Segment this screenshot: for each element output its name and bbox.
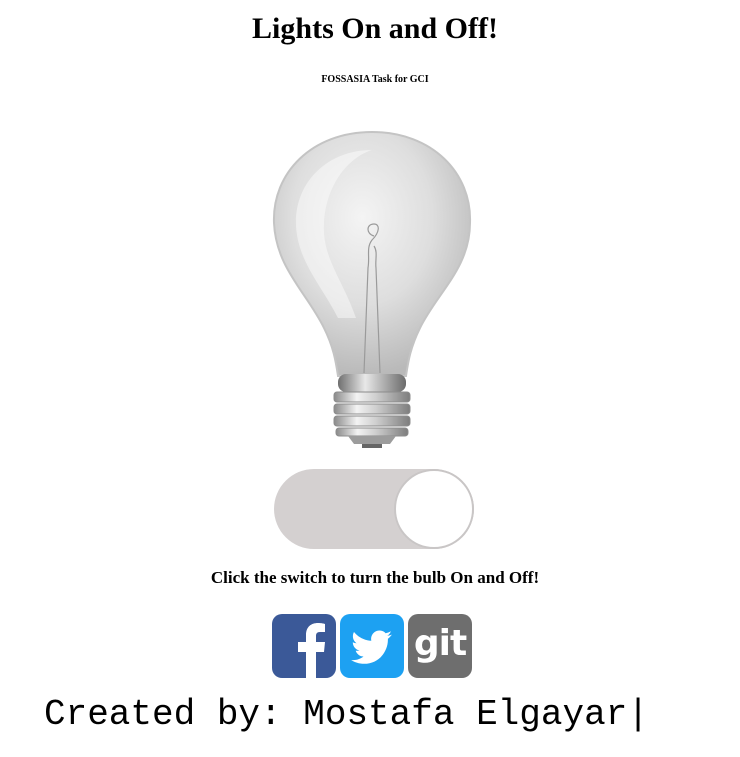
light-switch-toggle[interactable] [274,469,474,549]
facebook-icon[interactable] [272,614,336,678]
page-title: Lights On and Off! [252,12,498,45]
instruction-text: Click the switch to turn the bulb On and… [210,568,540,587]
twitter-icon[interactable] [340,614,404,678]
git-label: git [413,623,467,664]
light-bulb-icon [262,128,482,450]
git-icon[interactable]: git [408,614,472,678]
social-links: git [272,614,472,678]
switch-knob[interactable] [394,469,474,549]
page-subtitle: FOSSASIA Task for GCI [321,74,429,85]
author-credit: Created by: Mostafa Elgayar| [44,694,649,735]
